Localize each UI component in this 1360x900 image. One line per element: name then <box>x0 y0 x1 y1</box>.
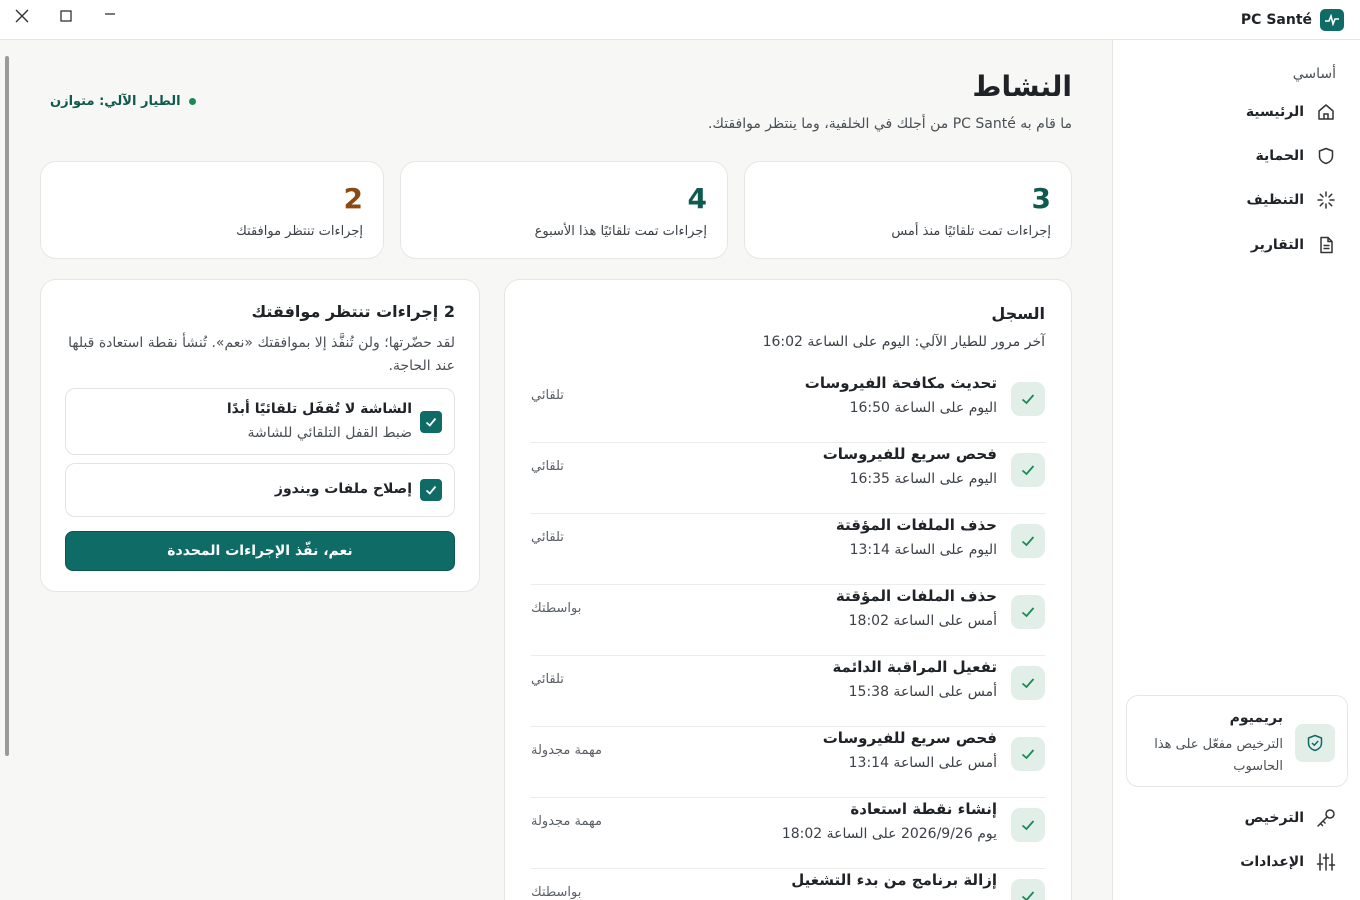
log-row-title: إزالة برنامج من بدء التشغيل <box>791 871 997 889</box>
check-icon <box>1011 595 1045 629</box>
log-row: إزالة برنامج من بدء التشغيل بواسطتك <box>531 869 1045 900</box>
sidebar-item-cleaning[interactable]: التنظيف <box>1144 182 1344 218</box>
stat-value: 3 <box>1031 182 1051 215</box>
log-row-source: بواسطتك <box>531 601 582 616</box>
checkbox[interactable] <box>420 479 442 501</box>
pending-description: لقد حضّرتها؛ ولن تُنفَّذ إلا بموافقتك «ن… <box>68 335 455 374</box>
stat-value: 4 <box>687 182 707 215</box>
log-row-source: بواسطتك <box>531 885 582 900</box>
sparkle-icon <box>1316 190 1336 210</box>
sidebar-item-reports[interactable]: التقارير <box>1144 227 1344 263</box>
autopilot-status-label: الطيار الآلي: متوازن <box>50 94 181 109</box>
log-title: السجل <box>991 304 1045 323</box>
checkbox[interactable] <box>420 411 442 433</box>
autopilot-status: الطيار الآلي: متوازن <box>50 94 196 109</box>
sliders-icon <box>1316 852 1336 872</box>
page-subtitle: ما قام به PC Santé من أجلك في الخلفية، و… <box>707 116 1072 132</box>
premium-card: بريميوم الترخيص مفعّل على هذا الحاسوب <box>1126 695 1348 787</box>
log-row-source: تلقائي <box>531 672 564 687</box>
minimize-icon[interactable] <box>92 4 128 28</box>
pending-item-subtitle: ضبط القفل التلقائي للشاشة <box>247 425 413 441</box>
premium-title: بريميوم <box>1229 710 1283 726</box>
log-row-source: مهمة مجدولة <box>531 743 602 758</box>
page-title: النشاط <box>972 70 1072 103</box>
log-row-title: تحديث مكافحة الفيروسات <box>804 374 997 392</box>
check-icon <box>1011 879 1045 900</box>
stat-card: 4 إجراءات تمت تلقائيًا هذا الأسبوع <box>400 161 728 259</box>
app-brand: PC Santé <box>1241 8 1344 32</box>
log-row-title: حذف الملفات المؤقتة <box>835 587 997 605</box>
document-icon <box>1316 235 1336 255</box>
pending-item[interactable]: إصلاح ملفات ويندوز <box>65 463 455 517</box>
home-icon <box>1316 102 1336 122</box>
log-row-source: تلقائي <box>531 530 564 545</box>
scrollbar[interactable] <box>5 56 9 756</box>
shield-icon <box>1316 146 1336 166</box>
title-bar: PC Santé <box>0 0 1360 40</box>
check-icon <box>1011 524 1045 558</box>
log-row-time: أمس على الساعة 13:14 <box>848 755 997 771</box>
status-dot-icon <box>188 98 196 105</box>
log-row-time: اليوم على الساعة 16:35 <box>849 471 997 487</box>
log-row-source: تلقائي <box>531 388 564 403</box>
stat-card: 3 إجراءات تمت تلقائيًا منذ أمس <box>744 161 1072 259</box>
sidebar-item-label: الترخيص <box>1244 810 1304 826</box>
log-row: إنشاء نقطة استعادة يوم 2026/9/26 على الس… <box>531 798 1045 869</box>
sidebar-item-label: الإعدادات <box>1240 854 1304 870</box>
sidebar-item-label: التقارير <box>1250 237 1304 253</box>
sidebar-item-home[interactable]: الرئيسية <box>1144 94 1344 130</box>
check-icon <box>1011 808 1045 842</box>
maximize-icon[interactable] <box>48 4 84 28</box>
sidebar-item-label: الحماية <box>1255 148 1304 164</box>
log-row-time: يوم 2026/9/26 على الساعة 18:02 <box>781 826 997 842</box>
sidebar-item-license[interactable]: الترخيص <box>1144 800 1344 836</box>
shield-check-icon <box>1295 724 1335 762</box>
log-row: فحص سريع للفيروسات اليوم على الساعة 16:3… <box>531 443 1045 514</box>
sidebar: أساسي الرئيسية الحماية التنظيف التقارير … <box>1112 40 1360 900</box>
log-row-title: فحص سريع للفيروسات <box>822 445 997 463</box>
log-row-time: اليوم على الساعة 16:50 <box>849 400 997 416</box>
log-row: فحص سريع للفيروسات أمس على الساعة 13:14 … <box>531 727 1045 798</box>
key-icon <box>1316 808 1336 828</box>
log-row: تحديث مكافحة الفيروسات اليوم على الساعة … <box>531 372 1045 443</box>
sidebar-item-settings[interactable]: الإعدادات <box>1144 844 1344 880</box>
log-row-title: إنشاء نقطة استعادة <box>850 800 997 818</box>
pending-item[interactable]: الشاشة لا تُقفَل تلقائيًا أبدًا ضبط القف… <box>65 388 455 455</box>
pending-title: 2 إجراءات تنتظر موافقتك <box>251 302 456 321</box>
premium-subtitle: الترخيص مفعّل على هذا الحاسوب <box>1154 737 1283 774</box>
log-row-title: فحص سريع للفيروسات <box>822 729 997 747</box>
log-subtitle: آخر مرور للطيار الآلي: اليوم على الساعة … <box>762 334 1045 350</box>
confirm-selected-button[interactable]: نعم، نفّذ الإجراءات المحددة <box>65 531 455 571</box>
pending-actions-card: 2 إجراءات تنتظر موافقتك لقد حضّرتها؛ ولن… <box>40 279 480 592</box>
pending-item-title: الشاشة لا تُقفَل تلقائيًا أبدًا <box>226 401 412 417</box>
log-row-source: مهمة مجدولة <box>531 814 602 829</box>
stat-label: إجراءات تمت تلقائيًا منذ أمس <box>891 224 1051 239</box>
check-icon <box>1011 453 1045 487</box>
check-icon <box>1011 666 1045 700</box>
log-row: حذف الملفات المؤقتة أمس على الساعة 18:02… <box>531 585 1045 656</box>
log-row-source: تلقائي <box>531 459 564 474</box>
log-row-time: اليوم على الساعة 13:14 <box>849 542 997 558</box>
sidebar-section-label: أساسي <box>1292 66 1336 82</box>
log-row-title: حذف الملفات المؤقتة <box>835 516 997 534</box>
stat-value: 2 <box>343 182 363 215</box>
check-icon <box>1011 737 1045 771</box>
check-icon <box>1011 382 1045 416</box>
log-row-time: أمس على الساعة 15:38 <box>848 684 997 700</box>
close-icon[interactable] <box>4 4 40 28</box>
sidebar-item-label: الرئيسية <box>1245 104 1304 120</box>
log-row-time: أمس على الساعة 18:02 <box>848 613 997 629</box>
log-row: حذف الملفات المؤقتة اليوم على الساعة 13:… <box>531 514 1045 585</box>
log-row-title: تفعيل المراقبة الدائمة <box>832 658 997 676</box>
pulse-logo-icon <box>1320 9 1344 31</box>
activity-log: السجل آخر مرور للطيار الآلي: اليوم على ا… <box>504 279 1072 900</box>
sidebar-item-label: التنظيف <box>1246 192 1304 208</box>
app-name: PC Santé <box>1240 12 1312 28</box>
sidebar-item-protection[interactable]: الحماية <box>1144 138 1344 174</box>
pending-item-title: إصلاح ملفات ويندوز <box>274 481 412 497</box>
stat-label: إجراءات تمت تلقائيًا هذا الأسبوع <box>534 224 707 239</box>
log-row: تفعيل المراقبة الدائمة أمس على الساعة 15… <box>531 656 1045 727</box>
stat-label: إجراءات تنتظر موافقتك <box>236 224 363 239</box>
stat-card: 2 إجراءات تنتظر موافقتك <box>40 161 384 259</box>
